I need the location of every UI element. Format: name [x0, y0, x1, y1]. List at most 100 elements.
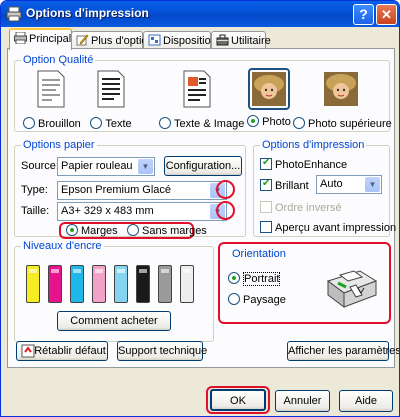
quality-option-photo[interactable]: Photo: [243, 68, 295, 128]
brilliant-value: Auto: [320, 178, 343, 190]
print-options-window: Options d'impression ? ✕ Principal Plus …: [0, 0, 400, 417]
photoenhance-check[interactable]: [260, 157, 272, 170]
radio-portrait[interactable]: Portrait: [228, 272, 281, 286]
help-icon[interactable]: ?: [353, 4, 374, 25]
ok-button[interactable]: OK: [210, 389, 266, 411]
tab-panel-principal: Option Qualité Brouillon Texte Texte & I…: [7, 48, 399, 368]
toolbox-icon: [216, 34, 229, 46]
reverse-order-check[interactable]: [260, 201, 272, 213]
brilliant-checkbox[interactable]: Brillant: [260, 178, 309, 192]
no-margins-label: Sans marges: [142, 225, 207, 237]
radio-best-photo[interactable]: [293, 117, 305, 129]
ink-cartridge: [158, 265, 172, 303]
ink-levels-group: Niveaux d'encre Comment acheter: [14, 240, 214, 342]
quality-option-best-photo[interactable]: Photo supérieure: [293, 69, 392, 130]
quality-label: Texte: [105, 118, 132, 130]
orientation-legend: Orientation: [230, 248, 288, 260]
quality-option-text-image[interactable]: Texte & Image: [159, 69, 244, 130]
brilliant-select[interactable]: Auto ▼: [316, 175, 382, 194]
radio-text[interactable]: [90, 117, 103, 129]
quality-label: Photo supérieure: [308, 118, 392, 130]
preview-checkbox[interactable]: Aperçu avant impression: [260, 221, 396, 234]
portrait-label: Portrait: [243, 272, 281, 286]
type-value: Epson Premium Glacé: [61, 184, 172, 196]
ink-cartridge: [136, 265, 150, 303]
source-value: Papier rouleau: [61, 160, 133, 172]
radio-text-image[interactable]: [159, 117, 171, 129]
reverse-order-label: Ordre inversé: [275, 202, 342, 214]
restore-defaults-button[interactable]: Rétablir défaut: [16, 341, 108, 361]
text-page-icon: [97, 70, 125, 108]
size-dropdown-highlight: [216, 201, 235, 220]
size-select[interactable]: A3+ 329 x 483 mm ▼: [57, 202, 227, 221]
photo-selected-frame: [248, 68, 290, 110]
quality-option-text[interactable]: Texte: [83, 69, 139, 130]
quality-label: Photo: [262, 116, 291, 128]
type-label: Type:: [21, 184, 48, 196]
print-options-group: Options d'impression PhotoEnhance Brilla…: [253, 139, 396, 237]
quality-label: Texte & Image: [174, 118, 245, 130]
chevron-down-icon[interactable]: ▼: [138, 159, 153, 174]
source-select[interactable]: Papier rouleau ▼: [57, 157, 155, 176]
pencil-icon: [76, 34, 89, 46]
draft-page-icon: [37, 70, 65, 108]
close-icon[interactable]: ✕: [376, 4, 397, 25]
tab-disposition[interactable]: Disposition: [143, 31, 217, 49]
tab-utilitaire[interactable]: Utilitaire: [211, 31, 271, 49]
margins-label: Marges: [81, 225, 118, 237]
help-button[interactable]: Aide: [339, 390, 393, 412]
print-options-legend: Options d'impression: [260, 139, 367, 151]
reverse-order-checkbox[interactable]: Ordre inversé: [260, 201, 342, 214]
paper-options-legend: Options papier: [21, 139, 97, 151]
radio-landscape-dot[interactable]: [228, 293, 240, 305]
how-to-buy-button[interactable]: Comment acheter: [57, 311, 171, 331]
quality-label: Brouillon: [38, 118, 81, 130]
radio-no-margins-dot[interactable]: [127, 224, 139, 236]
ink-cartridge: [92, 265, 106, 303]
brilliant-label: Brillant: [275, 180, 309, 192]
radio-draft[interactable]: [23, 117, 35, 129]
type-dropdown-highlight: [216, 180, 235, 199]
preview-label: Aperçu avant impression: [275, 222, 397, 234]
radio-photo[interactable]: [247, 115, 260, 127]
radio-portrait-dot[interactable]: [228, 272, 240, 284]
printer-icon: [14, 32, 27, 44]
chevron-down-icon[interactable]: ▼: [365, 177, 380, 192]
preview-check[interactable]: [260, 221, 272, 233]
quality-option-draft[interactable]: Brouillon: [23, 69, 81, 130]
size-label: Taille:: [21, 205, 50, 217]
photoenhance-checkbox[interactable]: PhotoEnhance: [260, 157, 347, 171]
type-select[interactable]: Epson Premium Glacé ▼: [57, 181, 227, 200]
layout-icon: [148, 34, 161, 46]
window-title: Options d'impression: [26, 6, 149, 20]
reset-icon: [21, 344, 35, 358]
tab-label: Utilitaire: [231, 35, 271, 47]
radio-margins[interactable]: Marges: [66, 224, 118, 237]
tab-principal[interactable]: Principal: [9, 28, 72, 50]
title-bar[interactable]: Options d'impression ? ✕: [1, 1, 399, 27]
tab-label: Principal: [29, 33, 72, 45]
ink-cartridge: [48, 265, 62, 303]
best-photo-icon: [324, 72, 358, 106]
ink-cartridge: [114, 265, 128, 303]
tab-plus-options[interactable]: Plus d'options: [71, 31, 159, 49]
radio-margins-dot[interactable]: [66, 224, 78, 236]
quality-group: Option Qualité Brouillon Texte Texte & I…: [14, 54, 392, 132]
quality-legend: Option Qualité: [21, 54, 96, 66]
paper-options-group: Options papier Source: Papier rouleau ▼ …: [14, 139, 246, 239]
tech-support-button[interactable]: Support technique: [117, 341, 207, 361]
cancel-button[interactable]: Annuler: [275, 390, 330, 412]
tab-bar: Principal Plus d'options Disposition Uti…: [1, 27, 399, 50]
configuration-button[interactable]: Configuration...: [164, 156, 242, 176]
restore-defaults-label: Rétablir défaut: [34, 345, 106, 357]
brilliant-check[interactable]: [260, 178, 272, 191]
photo-icon: [252, 72, 286, 106]
orientation-group: Orientation Portrait Paysage: [223, 248, 387, 318]
source-label: Source:: [21, 160, 59, 172]
printer-icon: [6, 6, 22, 22]
show-settings-button[interactable]: Afficher les paramètres: [287, 341, 399, 361]
radio-landscape[interactable]: Paysage: [228, 293, 286, 306]
landscape-label: Paysage: [243, 294, 286, 306]
ink-cartridge: [26, 265, 40, 303]
radio-no-margins[interactable]: Sans marges: [127, 224, 207, 237]
